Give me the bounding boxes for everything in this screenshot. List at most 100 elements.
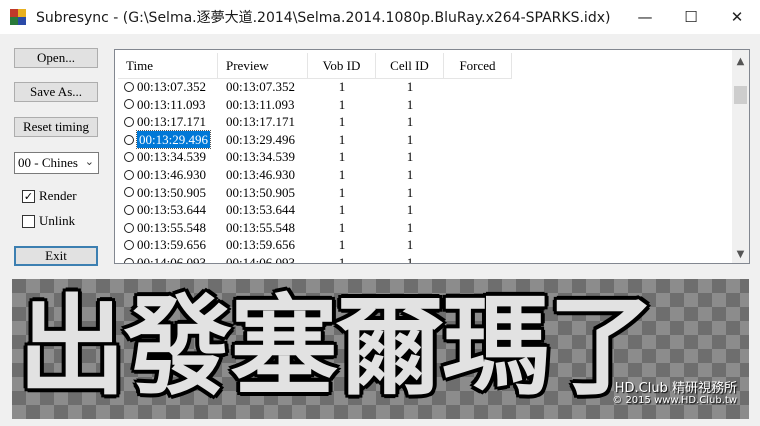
cell-cell-id[interactable]: 1 (376, 113, 444, 131)
scroll-thumb[interactable] (734, 86, 747, 104)
cell-vob-id[interactable]: 1 (308, 166, 376, 184)
chevron-down-icon: ⌄ (84, 155, 94, 168)
row-radio-icon (124, 240, 134, 251)
row-radio-icon (124, 152, 134, 163)
cell-time[interactable]: 00:14:06.093 (118, 254, 218, 264)
cell-cell-id[interactable]: 1 (376, 131, 444, 149)
cell-vob-id[interactable]: 1 (308, 254, 376, 263)
cell-vob-id[interactable]: 1 (308, 201, 376, 219)
cell-preview[interactable]: 00:13:34.539 (218, 148, 308, 166)
save-as-button[interactable]: Save As... (14, 82, 98, 102)
vertical-scrollbar[interactable]: ▲ ▼ (732, 50, 749, 263)
subtitle-text: 出發塞爾瑪了 (18, 285, 656, 410)
cell-preview[interactable]: 00:13:11.093 (218, 96, 308, 114)
close-button[interactable]: ✕ (714, 0, 760, 34)
table-row[interactable]: 00:13:59.656 00:13:59.656 1 1 (118, 236, 444, 254)
maximize-button[interactable]: ☐ (668, 0, 714, 34)
render-checkbox-label: Render (39, 188, 77, 203)
row-radio-icon (124, 187, 134, 198)
column-header-vob-id[interactable]: Vob ID (308, 53, 376, 78)
time-value: 00:13:17.171 (137, 114, 206, 130)
minimize-button[interactable]: — (622, 0, 668, 34)
exit-button[interactable]: Exit (14, 246, 98, 266)
column-header-time[interactable]: Time (118, 53, 218, 78)
row-radio-icon (124, 222, 134, 233)
cell-time[interactable]: 00:13:53.644 (118, 201, 218, 219)
cell-time[interactable]: 00:13:46.930 (118, 166, 218, 184)
cell-vob-id[interactable]: 1 (308, 219, 376, 237)
cell-vob-id[interactable]: 1 (308, 148, 376, 166)
scroll-down-icon[interactable]: ▼ (732, 246, 749, 263)
time-value: 00:13:53.644 (137, 202, 206, 218)
window-title: Subresync - (G:\Selma.逐夢大道.2014\Selma.20… (36, 10, 611, 26)
subtitle-preview: 出發塞爾瑪了 HD.Club 精研視務所 © 2015 www.HD.Club.… (12, 279, 749, 419)
row-radio-icon (124, 116, 134, 127)
row-radio-icon (124, 134, 134, 145)
cell-preview[interactable]: 00:13:55.548 (218, 219, 308, 237)
cell-vob-id[interactable]: 1 (308, 131, 376, 149)
cell-preview[interactable]: 00:13:50.905 (218, 184, 308, 202)
cell-preview[interactable]: 00:13:17.171 (218, 113, 308, 131)
open-button[interactable]: Open... (14, 48, 98, 68)
cell-vob-id[interactable]: 1 (308, 184, 376, 202)
table-row[interactable]: 00:13:07.352 00:13:07.352 1 1 (118, 78, 444, 96)
cell-preview[interactable]: 00:13:59.656 (218, 236, 308, 254)
language-combo[interactable]: 00 - Chines ⌄ (14, 152, 99, 174)
time-value: 00:13:46.930 (137, 166, 206, 182)
unlink-checkbox-box[interactable] (22, 214, 35, 228)
table-row[interactable]: 00:14:06.093 00:14:06.093 1 1 (118, 254, 444, 264)
unlink-checkbox[interactable]: Unlink (22, 213, 75, 229)
cell-time[interactable]: 00:13:11.093 (118, 96, 218, 114)
render-checkbox-box[interactable]: ✓ (22, 189, 35, 203)
cell-time[interactable]: 00:13:34.539 (118, 148, 218, 166)
cell-time[interactable]: 00:13:50.905 (118, 184, 218, 202)
watermark-title: HD.Club 精研視務所 (614, 381, 737, 396)
cell-vob-id[interactable]: 1 (308, 78, 376, 96)
table-row[interactable]: 00:13:46.930 00:13:46.930 1 1 (118, 166, 444, 184)
cell-vob-id[interactable]: 1 (308, 113, 376, 131)
table-row[interactable]: 00:13:50.905 00:13:50.905 1 1 (118, 184, 444, 202)
cell-time[interactable]: 00:13:55.548 (118, 219, 218, 237)
subtitle-list[interactable]: Time Preview Vob ID Cell ID Forced 00:13… (114, 49, 750, 264)
time-value: 00:14:06.093 (137, 254, 206, 264)
column-header-cell-id[interactable]: Cell ID (376, 53, 444, 78)
cell-cell-id[interactable]: 1 (376, 96, 444, 114)
cell-preview[interactable]: 00:14:06.093 (218, 254, 308, 263)
render-checkbox[interactable]: ✓ Render (22, 188, 77, 204)
reset-timing-button[interactable]: Reset timing (14, 117, 98, 137)
table-row[interactable]: 00:13:29.496 00:13:29.496 1 1 (118, 129, 444, 150)
cell-time[interactable]: 00:13:07.352 (118, 78, 218, 96)
scroll-up-icon[interactable]: ▲ (732, 53, 749, 70)
cell-cell-id[interactable]: 1 (376, 219, 444, 237)
cell-cell-id[interactable]: 1 (376, 166, 444, 184)
cell-preview[interactable]: 00:13:29.496 (218, 131, 308, 149)
table-row[interactable]: 00:13:53.644 00:13:53.644 1 1 (118, 201, 444, 219)
cell-cell-id[interactable]: 1 (376, 201, 444, 219)
table-row[interactable]: 00:13:11.093 00:13:11.093 1 1 (118, 96, 444, 114)
cell-preview[interactable]: 00:13:46.930 (218, 166, 308, 184)
cell-preview[interactable]: 00:13:07.352 (218, 78, 308, 96)
cell-cell-id[interactable]: 1 (376, 148, 444, 166)
table-row[interactable]: 00:13:55.548 00:13:55.548 1 1 (118, 219, 444, 237)
table-row[interactable]: 00:13:34.539 00:13:34.539 1 1 (118, 148, 444, 166)
cell-cell-id[interactable]: 1 (376, 236, 444, 254)
cell-cell-id[interactable]: 1 (376, 184, 444, 202)
row-radio-icon (124, 99, 134, 110)
row-radio-icon (124, 257, 134, 263)
column-header-preview[interactable]: Preview (218, 53, 308, 78)
list-rows: 00:13:07.352 00:13:07.352 1 1 00:13:11.093 00… (118, 78, 444, 264)
row-radio-icon (124, 169, 134, 180)
cell-vob-id[interactable]: 1 (308, 236, 376, 254)
watermark-copyright: © 2015 www.HD.Club.tw (612, 395, 737, 406)
time-value: 00:13:29.496 (136, 129, 211, 150)
cell-time[interactable]: 00:13:59.656 (118, 236, 218, 254)
cell-vob-id[interactable]: 1 (308, 96, 376, 114)
cell-cell-id[interactable]: 1 (376, 78, 444, 96)
table-row[interactable]: 00:13:17.171 00:13:17.171 1 1 (118, 113, 444, 131)
cell-preview[interactable]: 00:13:53.644 (218, 201, 308, 219)
cell-time[interactable]: 00:13:17.171 (118, 113, 218, 131)
cell-cell-id[interactable]: 1 (376, 254, 444, 263)
time-value: 00:13:50.905 (137, 184, 206, 200)
column-header-forced[interactable]: Forced (444, 53, 512, 78)
cell-time[interactable]: 00:13:29.496 (118, 129, 218, 150)
